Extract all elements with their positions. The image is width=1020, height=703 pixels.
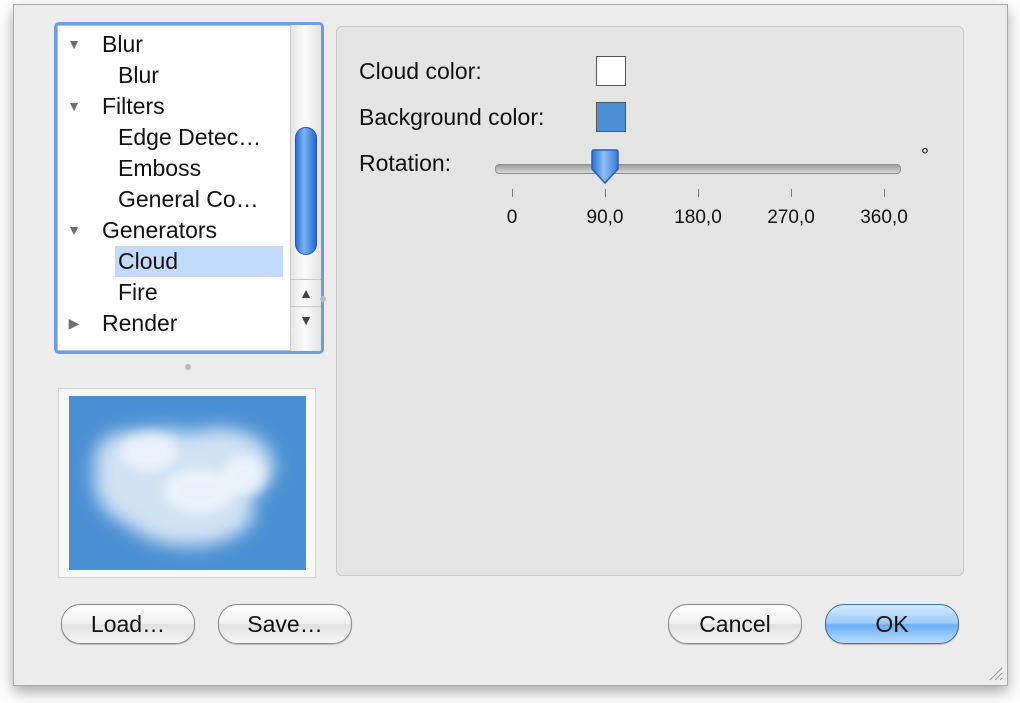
tree-item-edge-detec[interactable]: Edge Detec… (57, 122, 283, 153)
tree-item-blur[interactable]: Blur (57, 60, 283, 91)
cloud-preview-image (69, 396, 306, 570)
triangle-down-icon[interactable]: ▼ (65, 215, 83, 246)
rotation-tick-label: 90,0 (586, 207, 624, 228)
rotation-tick-label: 180,0 (674, 207, 722, 228)
tree-item-label: Fire (118, 279, 158, 305)
preview-frame (58, 388, 316, 578)
rotation-tick-label: 0 (506, 207, 518, 228)
tree-item-label: Filters (102, 93, 165, 119)
rotation-unit: ° (921, 145, 929, 167)
ok-button[interactable]: OK (825, 604, 959, 644)
tree-rows: ▼ Blur Blur ▼ Filters Edge Detec… Emboss Genera… (57, 25, 285, 351)
tree-item-label: General Co… (118, 186, 259, 212)
tree-item-label: Edge Detec… (118, 124, 262, 150)
options-panel: Cloud color: Background color: Rotation:… (336, 26, 964, 576)
tree-item-label: Cloud (118, 248, 179, 274)
tree-item-label: Blur (118, 62, 159, 88)
tree-item-fire[interactable]: Fire (57, 277, 283, 308)
tree-item-render[interactable]: ▶ Render (57, 308, 283, 339)
tree-item-generators[interactable]: ▼ Generators (57, 215, 283, 246)
rotation-label: Rotation: (359, 150, 452, 176)
load-button[interactable]: Load… (61, 604, 195, 644)
tree-item-label: Render (102, 310, 178, 336)
rotation-slider-knob[interactable] (588, 149, 622, 185)
scroll-down-arrow-icon[interactable]: ▼ (291, 306, 321, 333)
rotation-tick-label: 270,0 (767, 207, 815, 228)
tree-item-label: Generators (102, 217, 218, 243)
triangle-down-icon[interactable]: ▼ (65, 91, 83, 122)
rotation-slider-track[interactable] (495, 164, 901, 174)
background-color-swatch[interactable] (596, 102, 626, 132)
rotation-tick (605, 189, 606, 197)
dialog-window: ▼ Blur Blur ▼ Filters Edge Detec… Emboss Genera… (13, 4, 1008, 686)
rotation-tick (512, 189, 513, 197)
triangle-down-icon[interactable]: ▼ (65, 29, 83, 60)
resize-grip-icon[interactable] (987, 665, 1003, 681)
rotation-tick-label: 360,0 (860, 207, 908, 228)
cloud-color-label: Cloud color: (359, 58, 482, 84)
tree-scrollbar[interactable]: ▲ ▼ (290, 25, 321, 351)
scroll-up-arrow-icon[interactable]: ▲ (291, 279, 321, 306)
rotation-tick (791, 189, 792, 197)
triangle-right-icon[interactable]: ▶ (65, 308, 83, 339)
filter-tree-list[interactable]: ▼ Blur Blur ▼ Filters Edge Detec… Emboss Genera… (54, 22, 324, 354)
cloud-color-swatch[interactable] (596, 56, 626, 86)
splitter-handle-horizontal[interactable] (185, 364, 191, 370)
tree-item-label: Emboss (118, 155, 202, 181)
rotation-tick (884, 189, 885, 197)
tree-item-cloud[interactable]: Cloud (115, 246, 283, 277)
cloud-preview-graphic (69, 396, 306, 570)
scroll-thumb[interactable] (295, 127, 317, 255)
cancel-button[interactable]: Cancel (668, 604, 802, 644)
save-button[interactable]: Save… (218, 604, 352, 644)
tree-item-blur[interactable]: ▼ Blur (57, 29, 283, 60)
tree-item-filters[interactable]: ▼ Filters (57, 91, 283, 122)
background-color-label: Background color: (359, 104, 545, 130)
tree-item-general-co[interactable]: General Co… (57, 184, 283, 215)
tree-item-emboss[interactable]: Emboss (57, 153, 283, 184)
tree-item-label: Blur (102, 31, 143, 57)
rotation-tick (698, 189, 699, 197)
splitter-handle-vertical[interactable] (320, 296, 326, 302)
